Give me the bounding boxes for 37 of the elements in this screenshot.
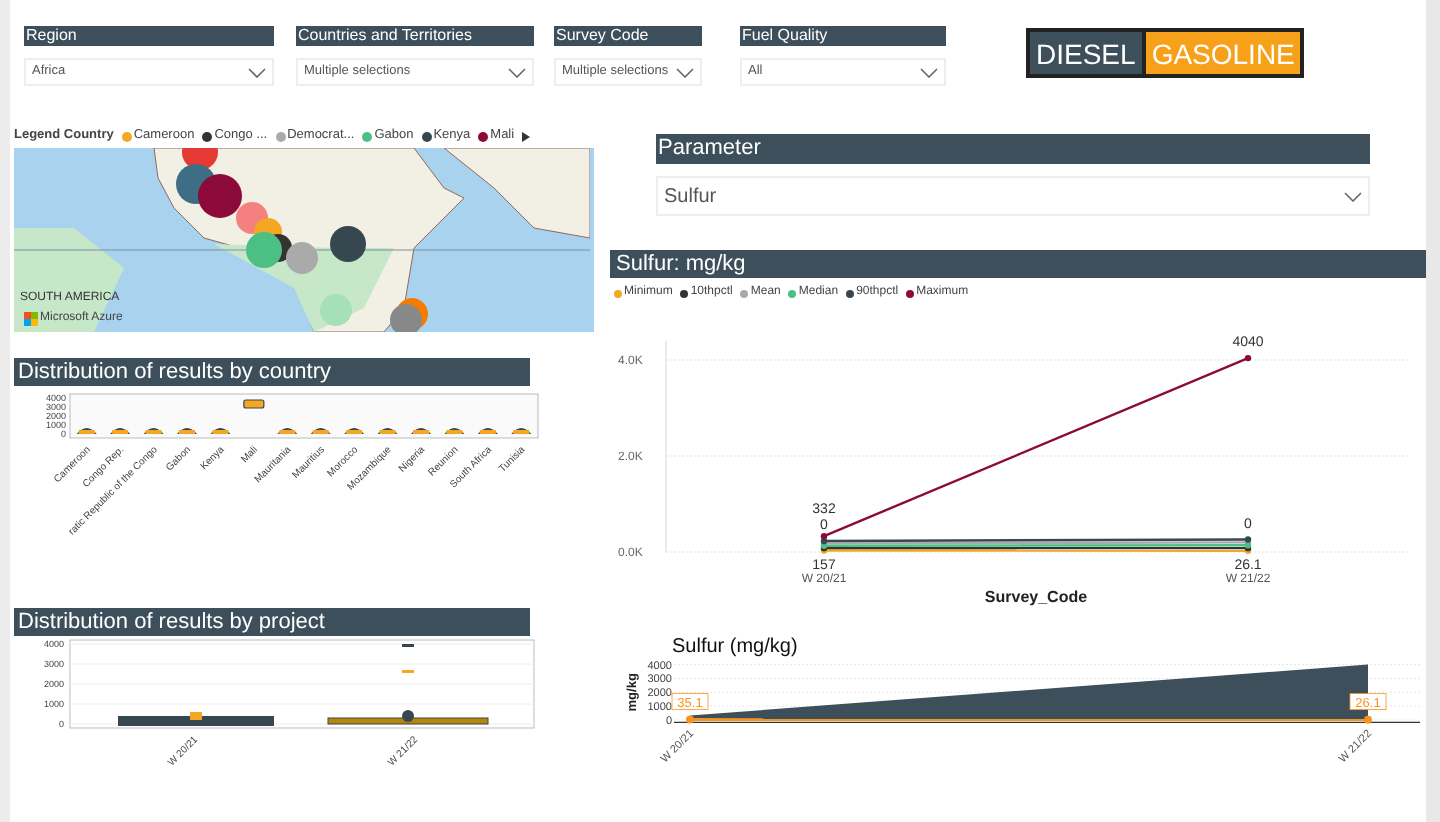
dropdown-field[interactable]: Sulfur	[656, 176, 1370, 216]
box-plot	[76, 428, 97, 434]
panel-title: Distribution of results by project	[14, 608, 530, 636]
slicer-header: Fuel Quality	[740, 26, 946, 46]
chevron-down-icon	[676, 67, 694, 77]
outlier-mark	[402, 670, 414, 673]
chevron-down-icon	[248, 67, 266, 77]
point	[820, 532, 828, 540]
slicer-header: Region	[24, 26, 274, 46]
box-plot	[377, 428, 398, 434]
box-plot	[177, 428, 197, 434]
box-plot	[243, 399, 265, 409]
logo-icon	[24, 312, 38, 326]
chevron-down-icon	[508, 67, 526, 77]
point	[1244, 354, 1252, 362]
chart-title: Sulfur (mg/kg)	[672, 638, 800, 658]
box-plot	[411, 428, 431, 434]
box-plot	[310, 428, 331, 434]
slicer-header: Parameter	[656, 134, 1370, 164]
box-plot	[210, 428, 231, 434]
box-plot	[444, 428, 465, 434]
box-plot	[277, 428, 298, 434]
box-plot	[477, 428, 498, 434]
box-plot	[511, 428, 532, 434]
box-plot	[143, 428, 164, 434]
slicer-header: Survey Code	[554, 26, 702, 46]
toggle-button[interactable]: DIESEL	[1028, 30, 1144, 76]
panel-title: Distribution of results by country	[14, 358, 530, 386]
axis-title: Survey_Code	[984, 588, 1088, 606]
box-plot	[344, 428, 365, 434]
outlier-mark	[402, 644, 414, 647]
slicer-header: Countries and Territories	[296, 26, 534, 46]
chevron-down-icon	[920, 67, 938, 77]
box-plot	[110, 428, 131, 434]
panel-title: Sulfur: mg/kg	[610, 250, 1426, 278]
next-arrow-icon[interactable]	[522, 131, 531, 141]
chevron-down-icon	[1344, 191, 1362, 201]
